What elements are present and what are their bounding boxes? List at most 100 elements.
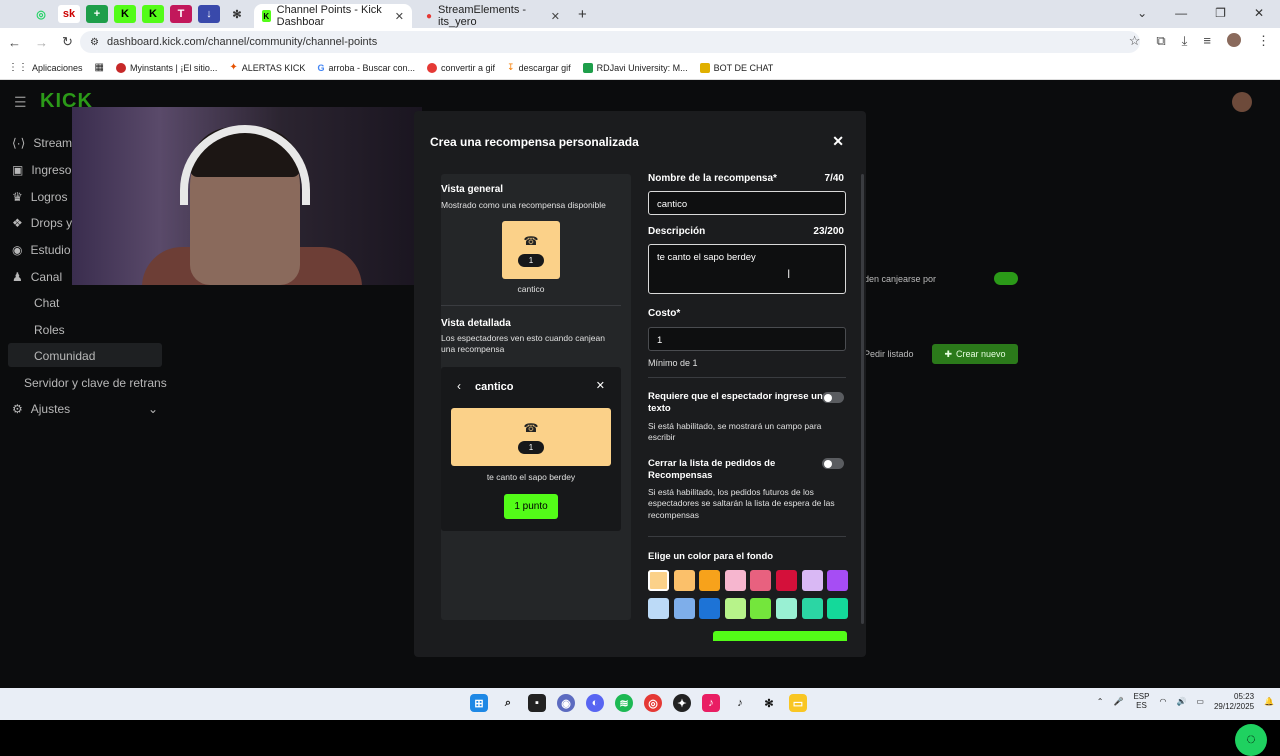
sidebar-item-drops[interactable]: ❖ Drops y	[12, 216, 72, 230]
close-list-toggle[interactable]	[822, 458, 844, 469]
color-swatch[interactable]	[776, 598, 797, 619]
reward-cost-input[interactable]: 1	[648, 327, 846, 351]
notifications-icon[interactable]: 🔔	[1264, 697, 1274, 706]
require-text-toggle[interactable]	[822, 392, 844, 403]
windows-start-icon[interactable]: ⊞	[470, 694, 488, 712]
clock[interactable]: 05:23 29/12/2025	[1214, 692, 1254, 711]
color-swatch[interactable]	[724, 598, 746, 619]
tab-streamelements[interactable]: ● StreamElements - its_yero ✕	[418, 4, 568, 28]
address-bar[interactable]: ⚙ dashboard.kick.com/channel/community/c…	[80, 31, 1140, 53]
reload-icon[interactable]: ↻	[62, 34, 73, 50]
whatsapp-tab-icon[interactable]: ◎	[30, 5, 52, 23]
sidebar-item-canal[interactable]: ♟ Canal	[12, 270, 62, 284]
color-swatch[interactable]	[648, 570, 669, 591]
tab-channel-points[interactable]: K Channel Points - Kick Dashboar ✕	[254, 4, 412, 28]
color-swatch[interactable]	[673, 598, 695, 619]
tiktok-icon[interactable]: ♪	[731, 694, 749, 712]
bookmark-arroba[interactable]: Garroba - Buscar con...	[317, 63, 415, 73]
sidebar-item-comunidad[interactable]: Comunidad	[34, 349, 95, 363]
site-info-icon[interactable]: ⚙	[90, 37, 99, 48]
task-view-icon[interactable]: ▪	[528, 694, 546, 712]
battery-icon[interactable]: ▭	[1196, 697, 1204, 706]
bg-toggle[interactable]	[994, 272, 1018, 285]
color-swatch[interactable]	[801, 570, 823, 591]
sidebar-item-ingreso[interactable]: ▣ Ingreso	[12, 163, 71, 177]
pedir-listado-button[interactable]: Pedir listado	[864, 349, 914, 359]
top-avatar[interactable]	[1232, 92, 1252, 112]
sidebar-item-chat[interactable]: Chat	[34, 296, 59, 310]
reading-list-icon[interactable]: ≡	[1203, 33, 1211, 49]
sheets-tab-icon[interactable]: +	[86, 5, 108, 23]
sidebar-item-roles[interactable]: Roles	[34, 323, 65, 337]
spotify-icon[interactable]: ≋	[615, 694, 633, 712]
obs-icon[interactable]: ◉	[557, 694, 575, 712]
tv-tab-icon[interactable]: T	[170, 5, 192, 23]
hamburger-menu-icon[interactable]: ☰	[14, 94, 27, 111]
chrome-icon[interactable]: ◎	[644, 694, 662, 712]
color-swatch[interactable]	[827, 598, 848, 619]
bookmark-dots[interactable]: ▦	[95, 62, 104, 73]
reward-description-input[interactable]: te canto el sapo berdey	[648, 244, 846, 294]
bookmark-star-icon[interactable]: ☆	[1129, 33, 1141, 49]
discord-icon[interactable]: ◐	[586, 694, 604, 712]
back-icon[interactable]: ‹	[457, 379, 461, 393]
color-swatch[interactable]	[776, 570, 797, 591]
restore-icon[interactable]: ❐	[1215, 6, 1226, 20]
forward-icon[interactable]: →	[35, 35, 48, 50]
close-icon[interactable]: ✕	[596, 379, 605, 392]
color-swatch[interactable]	[750, 598, 772, 619]
color-swatch[interactable]	[673, 570, 695, 591]
modal-scrollbar[interactable]	[861, 174, 864, 624]
profile-avatar[interactable]	[1227, 33, 1241, 47]
language-indicator[interactable]: ESP ES	[1133, 692, 1149, 711]
extensions-icon[interactable]: ⧉	[1156, 33, 1165, 49]
microphone-icon[interactable]: 🎤	[1113, 697, 1123, 706]
menu-icon[interactable]: ⋮	[1257, 33, 1270, 49]
close-tab-icon[interactable]: ✕	[551, 10, 560, 23]
help-chat-icon[interactable]: ◌	[1235, 724, 1267, 756]
close-tab-icon[interactable]: ✕	[395, 10, 404, 23]
bookmark-myinstants[interactable]: Myinstants | ¡El sitio...	[115, 62, 217, 73]
sidebar-item-logros[interactable]: ♛ Logros	[12, 190, 67, 204]
davinci-icon[interactable]: ✦	[673, 694, 691, 712]
reward-name-input[interactable]: cantico	[648, 191, 846, 215]
color-swatch[interactable]	[750, 570, 772, 591]
tiktok-studio-icon[interactable]: ♪	[702, 694, 720, 712]
color-swatch[interactable]	[724, 570, 746, 591]
color-swatch[interactable]	[827, 570, 848, 591]
color-swatch[interactable]	[699, 570, 721, 591]
download-tab-icon[interactable]: ↓	[198, 5, 220, 23]
color-swatch[interactable]	[801, 598, 823, 619]
bookmark-bot-chat[interactable]: BOT DE CHAT	[699, 62, 773, 73]
chatgpt-icon[interactable]: ✻	[760, 694, 778, 712]
bookmark-descargar-gif[interactable]: ↧ descargar gif	[507, 62, 571, 73]
kick-tab-icon[interactable]: K	[114, 5, 136, 23]
chatgpt-tab-icon[interactable]: ✻	[226, 5, 248, 23]
file-explorer-icon[interactable]: ▭	[789, 694, 807, 712]
sidebar-item-stream[interactable]: ⟨·⟩ Stream	[12, 136, 72, 150]
back-icon[interactable]: ←	[8, 35, 21, 50]
crear-nuevo-button[interactable]: ✚ Crear nuevo	[932, 344, 1018, 364]
sidebar-item-ajustes[interactable]: ⚙ Ajustes ⌄	[12, 402, 158, 416]
sk-tab-icon[interactable]: sk	[58, 5, 80, 23]
color-swatch[interactable]	[699, 598, 721, 619]
sidebar-item-servidor[interactable]: Servidor y clave de retrans	[24, 376, 167, 390]
new-tab-icon[interactable]: +	[578, 6, 587, 23]
bookmark-convertir-gif[interactable]: convertir a gif	[427, 62, 495, 73]
minimize-icon[interactable]: —	[1175, 6, 1187, 20]
downloads-icon[interactable]: ⤓	[1182, 33, 1188, 49]
bookmark-alertas-kick[interactable]: ✦ ALERTAS KICK	[229, 62, 305, 73]
close-icon[interactable]: ✕	[832, 133, 844, 150]
wifi-icon[interactable]: ◠	[1159, 697, 1166, 706]
tab-search-icon[interactable]: ⌄	[1137, 6, 1147, 20]
close-window-icon[interactable]: ✕	[1254, 6, 1264, 20]
bookmark-apps[interactable]: ⋮⋮ Aplicaciones	[8, 62, 83, 73]
kick-tab-icon-2[interactable]: K	[142, 5, 164, 23]
color-swatch[interactable]	[648, 598, 669, 619]
sidebar-item-estudio[interactable]: ◉ Estudio	[12, 243, 71, 257]
redeem-button[interactable]: 1 punto	[504, 494, 558, 519]
tray-chevron-icon[interactable]: ⌃	[1097, 697, 1104, 706]
create-button[interactable]	[713, 631, 847, 641]
search-icon[interactable]: ⌕	[499, 694, 517, 712]
bookmark-rdjavi[interactable]: RDJavi University: M...	[582, 62, 688, 73]
